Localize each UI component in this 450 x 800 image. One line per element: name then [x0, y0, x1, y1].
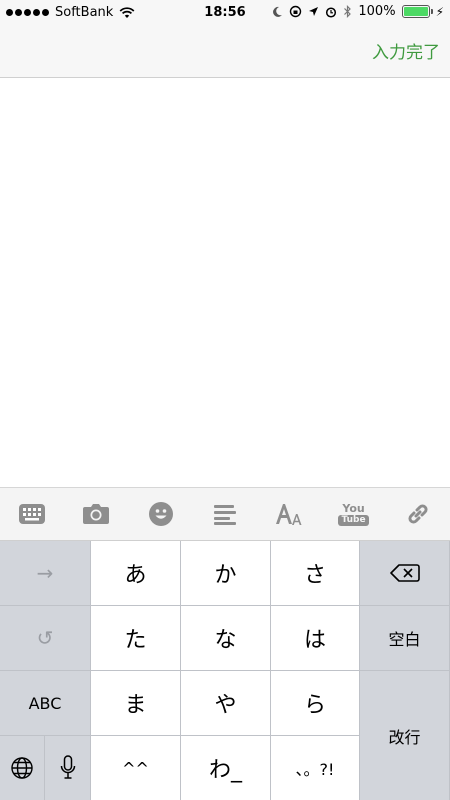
abc-label: ABC [28, 693, 62, 713]
return-label: 改行 [388, 727, 421, 747]
align-icon [213, 505, 236, 525]
undo-icon: ↺ [36, 626, 54, 650]
key-label: あ [124, 563, 147, 588]
link-button[interactable] [386, 488, 450, 540]
mic-key[interactable] [45, 736, 91, 800]
key-sa[interactable]: さ [271, 541, 360, 606]
globe-key[interactable] [0, 736, 45, 800]
mic-icon [60, 755, 75, 779]
key-label: さ [303, 563, 326, 588]
location-icon [309, 7, 319, 16]
done-button[interactable]: 入力完了 [372, 38, 440, 63]
key-label: は [303, 628, 326, 653]
youtube-icon-top: You [342, 501, 365, 515]
key-label: ^^ [122, 758, 149, 778]
battery-percent: 100% [358, 4, 396, 19]
arrow-right-icon: → [36, 561, 54, 585]
key-label: か [214, 563, 237, 588]
globe-icon [11, 757, 33, 779]
space-label: 空白 [388, 630, 421, 649]
key-label: ま [124, 693, 147, 718]
status-right: 100% ⚡ [272, 4, 444, 19]
rotation-lock-icon [290, 5, 302, 18]
key-ta[interactable]: た [91, 606, 181, 671]
keyboard-toggle-button[interactable] [0, 488, 64, 540]
font-size-icon [276, 504, 302, 525]
keyboard-icon [19, 504, 46, 524]
battery-icon [401, 5, 433, 18]
delete-key[interactable] [360, 541, 450, 606]
charging-icon: ⚡ [435, 4, 444, 19]
abc-key[interactable]: ABC [0, 671, 91, 736]
key-label: 、。?! [295, 760, 335, 779]
format-toolbar: You Tube [0, 487, 450, 541]
return-key[interactable]: 改行 [360, 671, 450, 800]
navigation-bar: 入力完了 [0, 26, 450, 78]
delete-icon [389, 564, 420, 582]
emoji-icon [148, 502, 173, 526]
key-label: た [124, 628, 147, 653]
next-candidate-key[interactable]: → [0, 541, 91, 606]
key-label: や [214, 693, 237, 718]
alarm-icon [326, 6, 337, 18]
key-wa[interactable]: わ_ [181, 736, 271, 800]
align-button[interactable] [193, 488, 257, 540]
camera-icon [83, 504, 110, 524]
key-ha[interactable]: は [271, 606, 360, 671]
key-label: な [214, 628, 237, 653]
space-key[interactable]: 空白 [360, 606, 450, 671]
key-na[interactable]: な [181, 606, 271, 671]
japanese-keyboard: → あ か さ ↺ た な は 空白 ABC ま や ら 改行 ^^ わ_ 、。… [0, 541, 450, 800]
youtube-icon-bottom: Tube [338, 514, 369, 526]
link-icon [408, 504, 428, 524]
key-ya[interactable]: や [181, 671, 271, 736]
youtube-icon: You Tube [338, 501, 369, 526]
emoji-button[interactable] [129, 488, 193, 540]
moon-icon [273, 6, 283, 17]
key-ra[interactable]: ら [271, 671, 360, 736]
camera-button[interactable] [64, 488, 128, 540]
key-a[interactable]: あ [91, 541, 181, 606]
key-label: ら [303, 693, 326, 718]
font-size-button[interactable] [257, 488, 321, 540]
text-editor[interactable] [0, 78, 450, 487]
undo-key[interactable]: ↺ [0, 606, 91, 671]
youtube-button[interactable]: You Tube [321, 488, 385, 540]
bluetooth-icon [344, 5, 352, 18]
key-ka[interactable]: か [181, 541, 271, 606]
key-label: わ_ [208, 758, 242, 783]
status-bar: SoftBank 18:56 100% ⚡ [0, 0, 450, 26]
key-kaomoji[interactable]: ^^ [91, 736, 181, 800]
key-ma[interactable]: ま [91, 671, 181, 736]
key-punctuation[interactable]: 、。?! [271, 736, 360, 800]
